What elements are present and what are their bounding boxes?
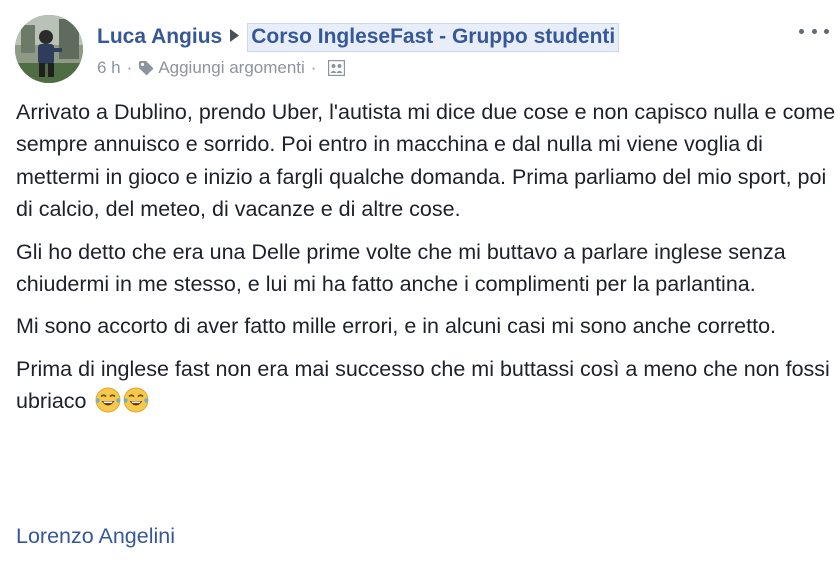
tag-icon: [138, 60, 154, 76]
post-meta: 6 h · Aggiungi argomenti ·: [97, 57, 346, 79]
meta-separator: ·: [126, 58, 133, 77]
post-paragraph: Mi sono accorto di aver fatto mille erro…: [16, 314, 776, 339]
post-timestamp[interactable]: 6 h: [97, 58, 121, 78]
author-avatar[interactable]: [15, 15, 83, 83]
tears-of-joy-emoji: [95, 387, 121, 413]
post-body: Arrivato a Dublino, prendo Uber, l'autis…: [16, 96, 836, 428]
author-name-link[interactable]: Luca Angius: [97, 25, 222, 49]
tears-of-joy-emoji: [123, 387, 149, 413]
post-paragraph: Arrivato a Dublino, prendo Uber, l'autis…: [16, 100, 836, 222]
post-paragraph: Gli ho detto che era una Delle prime vol…: [16, 239, 786, 297]
avatar-photo: [15, 15, 83, 83]
post-header: Luca Angius Corso IngleseFast - Gruppo s…: [97, 22, 620, 52]
more-options-icon[interactable]: [799, 24, 829, 38]
add-topics-link[interactable]: Aggiungi argomenti: [158, 58, 304, 78]
right-triangle-icon: [229, 28, 240, 46]
post-paragraph-with-emoji: Prima di inglese fast non era mai succes…: [16, 353, 836, 418]
post-card: Luca Angius Corso IngleseFast - Gruppo s…: [0, 0, 840, 576]
group-audience-icon: [328, 60, 346, 76]
meta-separator: ·: [310, 58, 317, 77]
group-name-link[interactable]: Corso IngleseFast - Gruppo studenti: [247, 22, 620, 52]
signature-link[interactable]: Lorenzo Angelini: [16, 524, 175, 549]
